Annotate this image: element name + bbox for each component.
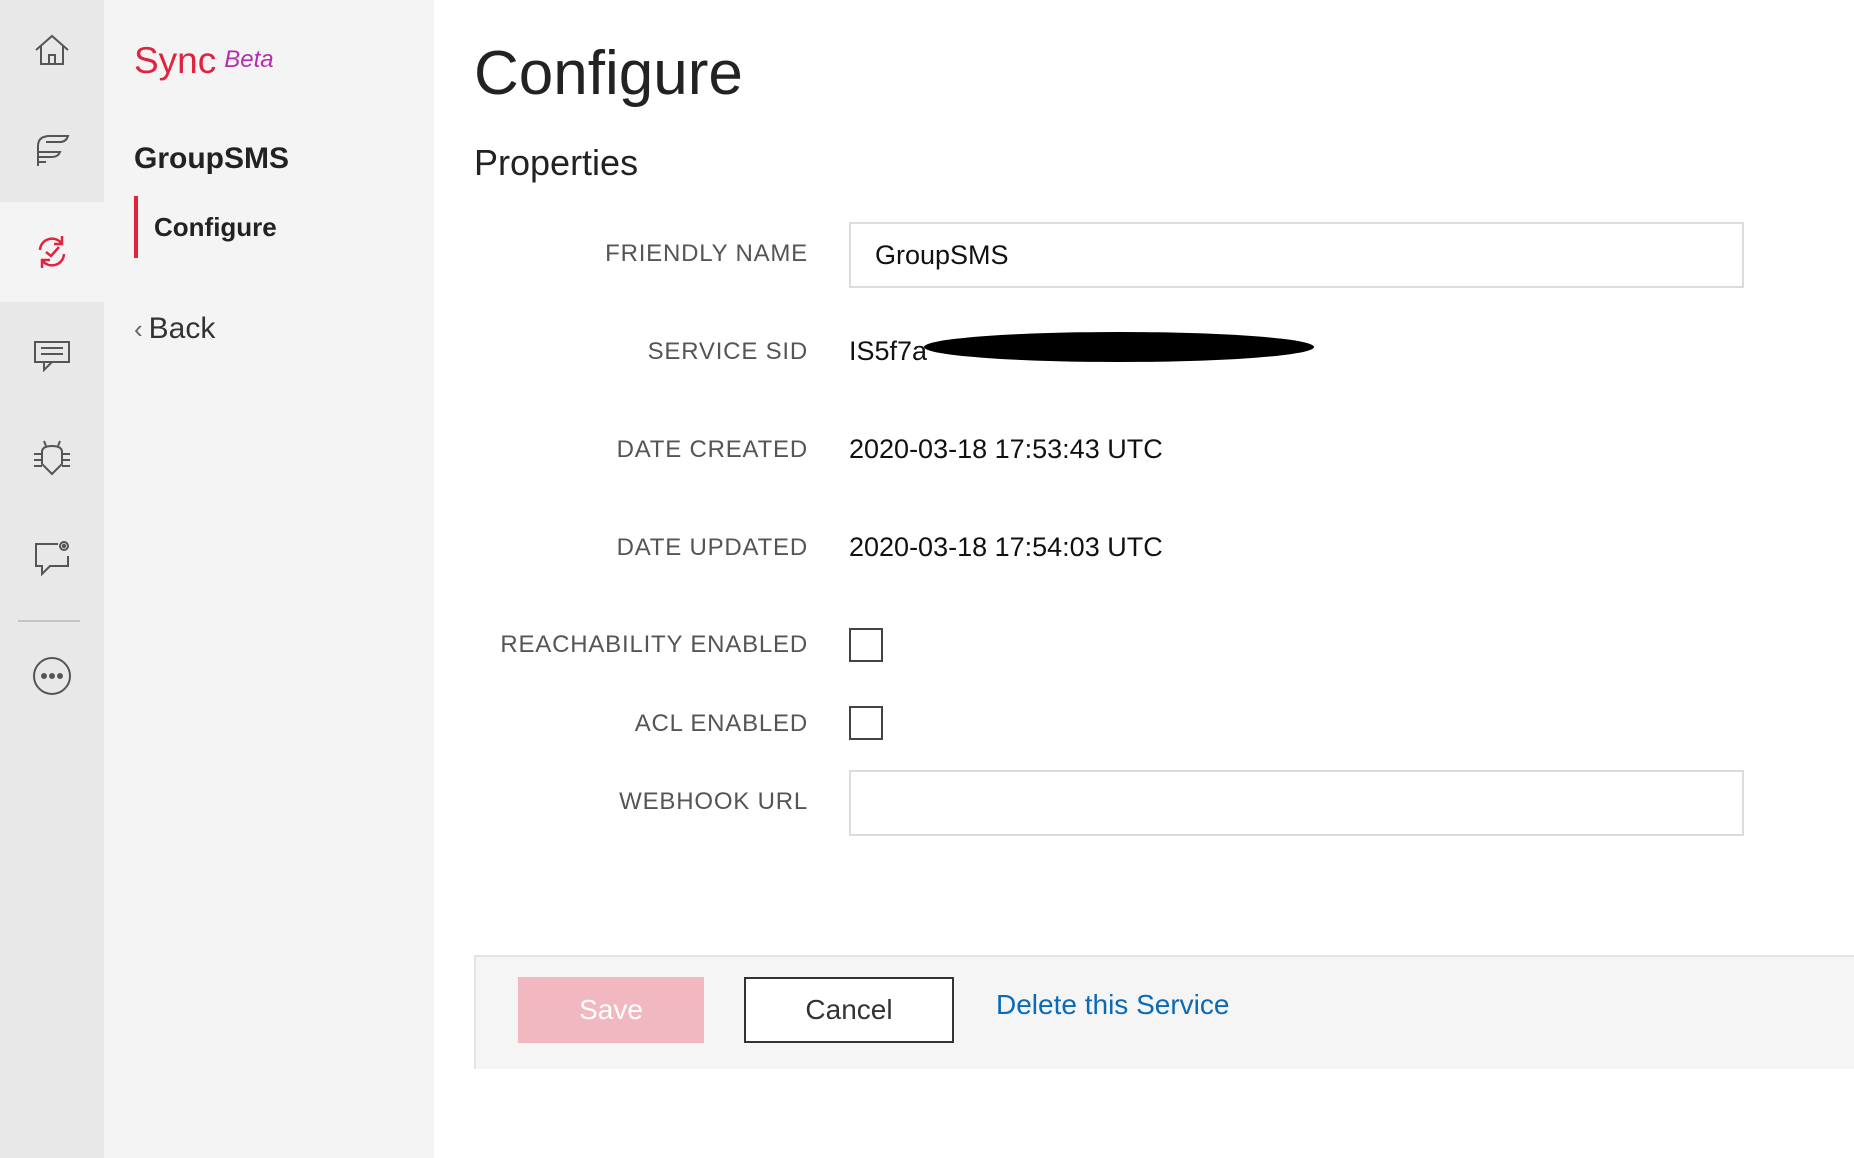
service-sid-label: SERVICE SID: [647, 338, 808, 365]
page-title: Configure: [474, 39, 743, 108]
beta-badge: Beta: [224, 46, 274, 73]
rail-item-conversations[interactable]: [0, 304, 104, 404]
chevron-left-icon: ‹: [134, 313, 143, 344]
friendly-name-label: FRIENDLY NAME: [605, 240, 808, 267]
nav-item-configure[interactable]: Configure: [134, 196, 277, 258]
date-created-label: DATE CREATED: [616, 436, 808, 463]
chat-icon: [34, 341, 70, 373]
date-created-value: 2020-03-18 17:53:43 UTC: [849, 434, 1163, 464]
rail-item-home[interactable]: [0, 0, 104, 100]
service-name: GroupSMS: [134, 142, 289, 175]
sync-icon: [38, 236, 66, 268]
section-title: Properties: [474, 142, 639, 183]
acl-enabled-checkbox[interactable]: [849, 706, 883, 740]
studio-icon: [37, 135, 70, 166]
more-icon: [33, 657, 71, 695]
webhook-url-label: WEBHOOK URL: [619, 788, 808, 815]
delete-service-link[interactable]: Delete this Service: [996, 989, 1229, 1021]
rail-divider: [18, 620, 80, 622]
rail-item-debugger[interactable]: [0, 408, 104, 508]
reachability-enabled-label: REACHABILITY ENABLED: [500, 631, 808, 658]
rail-item-studio[interactable]: [0, 100, 104, 200]
rail-item-more[interactable]: [0, 626, 104, 726]
back-link[interactable]: ‹ Back: [134, 312, 215, 346]
date-updated-label: DATE UPDATED: [616, 534, 808, 561]
icon-rail: [0, 0, 104, 1158]
product-brand: Sync Beta: [134, 40, 274, 82]
support-chat-icon: [35, 541, 69, 577]
friendly-name-input[interactable]: [849, 222, 1744, 288]
home-icon: [35, 34, 69, 65]
acl-enabled-label: ACL ENABLED: [634, 710, 808, 737]
rail-item-sync[interactable]: [0, 202, 104, 302]
date-updated-value: 2020-03-18 17:54:03 UTC: [849, 532, 1163, 562]
product-name: Sync: [134, 40, 217, 81]
rail-item-support[interactable]: [0, 508, 104, 608]
action-bar: Save Cancel Delete this Service: [474, 955, 1854, 1069]
save-button[interactable]: Save: [518, 977, 704, 1043]
cancel-button[interactable]: Cancel: [744, 977, 954, 1043]
debugger-icon: [34, 440, 70, 476]
back-label: Back: [148, 312, 216, 345]
service-sid-value: IS5f7a: [849, 336, 928, 366]
reachability-enabled-checkbox[interactable]: [849, 628, 883, 662]
redaction-mark: [924, 332, 1314, 362]
secondary-nav: Sync Beta GroupSMS Configure ‹ Back: [104, 0, 434, 1158]
main-content: Configure Properties FRIENDLY NAME SERVI…: [434, 0, 1854, 1158]
webhook-url-input[interactable]: [849, 770, 1744, 836]
